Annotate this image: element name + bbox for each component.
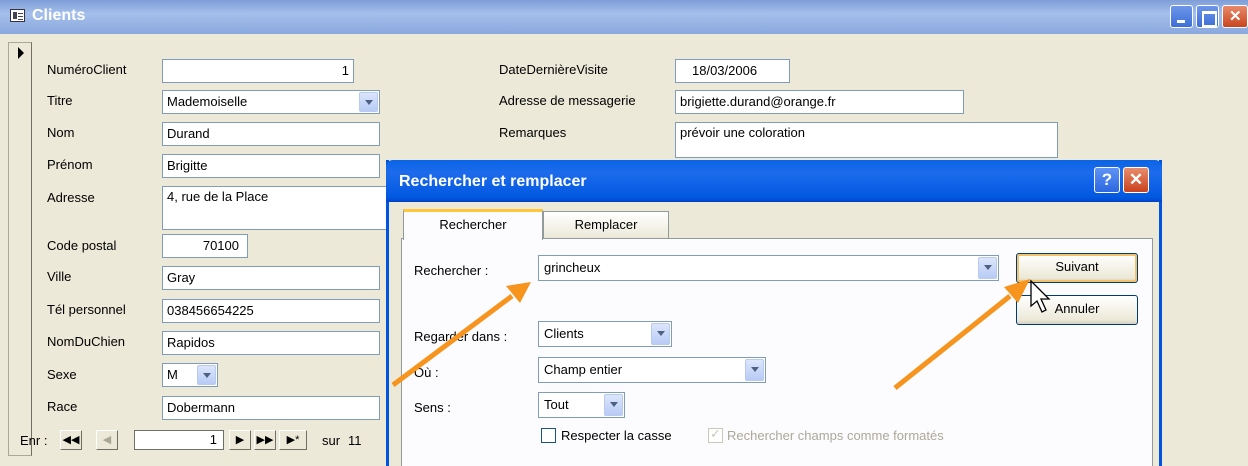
titre-combo[interactable]: Mademoiselle bbox=[162, 90, 380, 114]
label-adresse: Adresse bbox=[47, 190, 95, 205]
chevron-down-icon[interactable] bbox=[651, 323, 670, 345]
search-direction-value: Tout bbox=[544, 397, 569, 412]
find-tab-panel: Rechercher : grincheux Suivant Annuler R… bbox=[401, 238, 1153, 466]
tel-field[interactable]: 038456654225 bbox=[162, 299, 380, 323]
chevron-down-icon[interactable] bbox=[604, 394, 623, 416]
record-navigation: Enr : ◀◀ ◀ 1 ▶ ▶▶ ▶* sur 11 bbox=[0, 428, 400, 452]
numero-client-field[interactable]: 1 bbox=[162, 59, 354, 83]
label-titre: Titre bbox=[47, 93, 73, 108]
find-what-label: Rechercher : bbox=[414, 263, 489, 278]
label-numero-client: NuméroClient bbox=[47, 62, 127, 77]
record-total: 11 bbox=[348, 433, 362, 448]
record-selector[interactable] bbox=[8, 42, 32, 456]
match-value: Champ entier bbox=[544, 362, 623, 377]
chevron-down-icon[interactable] bbox=[359, 92, 378, 112]
look-in-combo[interactable]: Clients bbox=[538, 321, 672, 347]
record-nav-label: Enr : bbox=[20, 433, 48, 448]
previous-record-button[interactable]: ◀ bbox=[96, 430, 118, 450]
find-what-value: grincheux bbox=[544, 260, 601, 275]
match-case-label: Respecter la casse bbox=[561, 428, 672, 443]
label-race: Race bbox=[47, 399, 78, 414]
chevron-down-icon[interactable] bbox=[745, 359, 764, 381]
search-direction-combo[interactable]: Tout bbox=[538, 392, 625, 418]
email-field[interactable]: brigiette.durand@orange.fr bbox=[675, 90, 964, 114]
last-record-button[interactable]: ▶▶ bbox=[254, 430, 276, 450]
sexe-combo[interactable]: M bbox=[162, 363, 218, 387]
titre-value: Mademoiselle bbox=[167, 94, 248, 109]
next-record-button[interactable]: ▶ bbox=[229, 430, 251, 450]
cancel-button[interactable]: Annuler bbox=[1016, 295, 1138, 325]
label-date-visite: DateDernièreVisite bbox=[499, 62, 608, 77]
find-replace-dialog: Rechercher et remplacer ? ✕ Rechercher R… bbox=[386, 160, 1162, 466]
dialog-titlebar[interactable]: Rechercher et remplacer ? ✕ bbox=[386, 160, 1162, 202]
label-email: Adresse de messagerie bbox=[499, 93, 636, 108]
search-formatted-label: Rechercher champs comme formatés bbox=[727, 428, 944, 443]
chevron-down-icon[interactable] bbox=[197, 365, 216, 385]
current-record-icon bbox=[18, 47, 24, 59]
maximize-button[interactable] bbox=[1196, 5, 1219, 28]
label-chien: NomDuChien bbox=[47, 334, 126, 349]
help-button[interactable]: ? bbox=[1094, 167, 1120, 193]
nom-field[interactable]: Durand bbox=[162, 122, 380, 146]
remarques-field[interactable]: prévoir une coloration bbox=[675, 122, 1058, 158]
form-icon bbox=[10, 9, 25, 22]
window-title: Clients bbox=[32, 7, 86, 24]
label-nom: Nom bbox=[47, 125, 75, 140]
chevron-down-icon[interactable] bbox=[978, 257, 997, 279]
prenom-field[interactable]: Brigitte bbox=[162, 154, 380, 178]
first-record-button[interactable]: ◀◀ bbox=[60, 430, 82, 450]
close-button[interactable] bbox=[1222, 5, 1248, 28]
record-of-label: sur bbox=[322, 433, 341, 448]
tab-remplacer[interactable]: Remplacer bbox=[543, 211, 669, 238]
label-prenom: Prénom bbox=[47, 157, 93, 172]
match-label: Où : bbox=[414, 365, 439, 380]
label-code-postal: Code postal bbox=[47, 238, 117, 253]
label-ville: Ville bbox=[47, 269, 72, 284]
find-what-input[interactable]: grincheux bbox=[538, 255, 999, 281]
window-titlebar[interactable]: Clients bbox=[0, 0, 1248, 34]
dialog-title: Rechercher et remplacer bbox=[399, 173, 587, 190]
new-record-button[interactable]: ▶* bbox=[279, 430, 307, 450]
sexe-value: M bbox=[167, 367, 178, 382]
label-remarques: Remarques bbox=[499, 125, 567, 140]
adresse-field[interactable]: 4, rue de la Place bbox=[162, 186, 388, 230]
chien-field[interactable]: Rapidos bbox=[162, 331, 380, 355]
race-field[interactable]: Dobermann bbox=[162, 396, 380, 420]
record-number-input[interactable]: 1 bbox=[134, 430, 224, 450]
match-combo[interactable]: Champ entier bbox=[538, 357, 766, 383]
dialog-close-button[interactable]: ✕ bbox=[1123, 167, 1149, 193]
minimize-button[interactable] bbox=[1170, 5, 1193, 28]
look-in-label: Regarder dans : bbox=[414, 329, 508, 344]
label-tel: Tél personnel bbox=[47, 302, 126, 317]
search-formatted-checkbox[interactable] bbox=[708, 426, 723, 443]
match-case-checkbox[interactable] bbox=[541, 428, 556, 443]
tab-rechercher[interactable]: Rechercher bbox=[403, 209, 543, 240]
date-visite-field[interactable]: 18/03/2006 bbox=[675, 59, 790, 83]
look-in-value: Clients bbox=[544, 326, 584, 341]
code-postal-field[interactable]: 70100 bbox=[162, 234, 248, 258]
find-next-button[interactable]: Suivant bbox=[1016, 253, 1138, 283]
ville-field[interactable]: Gray bbox=[162, 266, 380, 290]
label-sexe: Sexe bbox=[47, 367, 77, 382]
search-direction-label: Sens : bbox=[414, 400, 451, 415]
